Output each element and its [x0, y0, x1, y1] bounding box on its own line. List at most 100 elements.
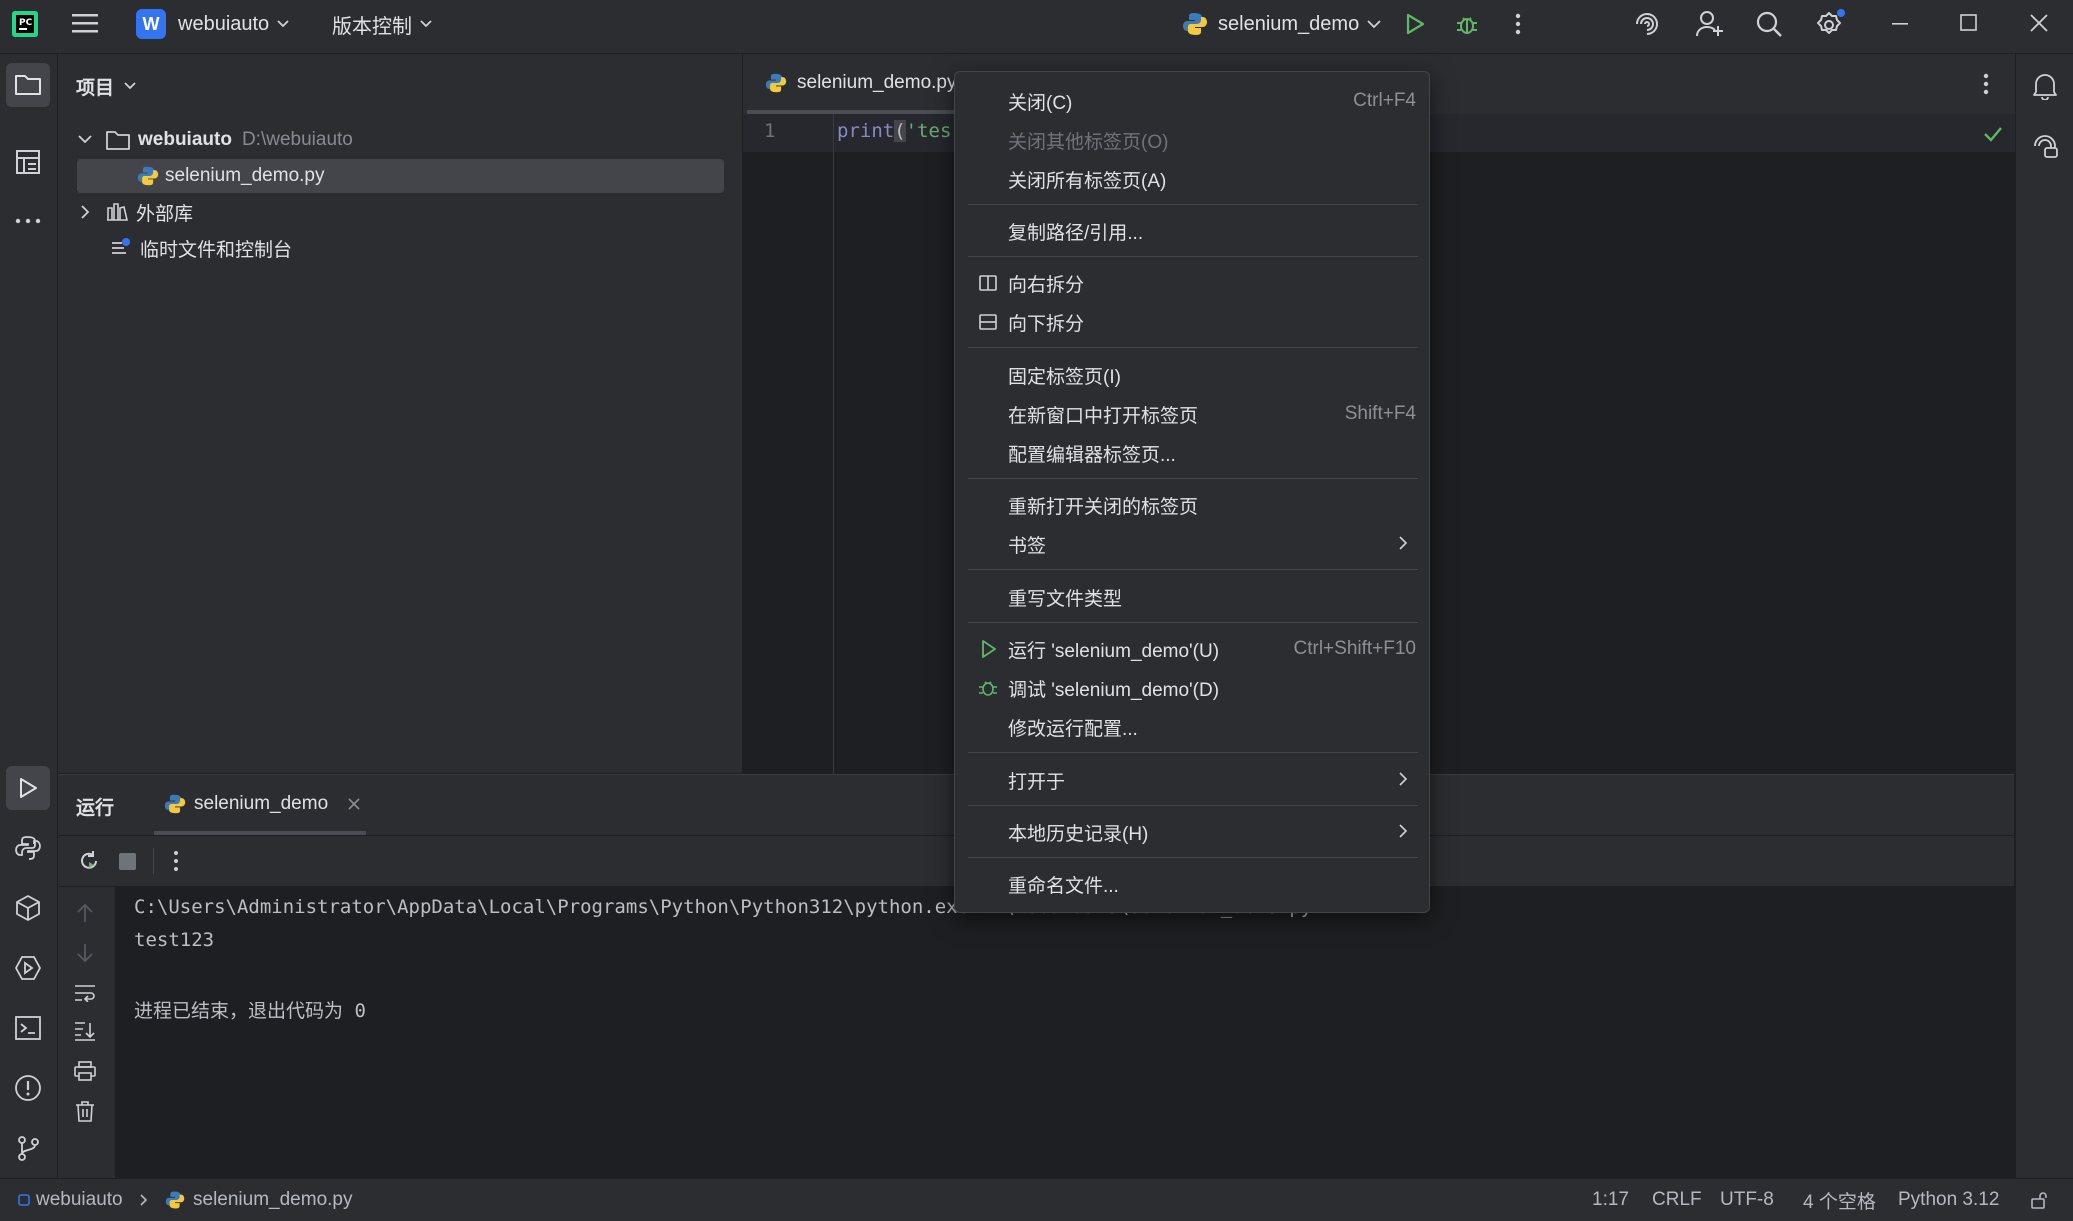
rerun-icon[interactable]: [78, 850, 100, 872]
breadcrumb-file[interactable]: selenium_demo.py: [165, 1179, 352, 1221]
tree-scratches[interactable]: 临时文件和控制台: [110, 231, 292, 265]
run-icon[interactable]: [1403, 12, 1427, 36]
menu-item-copy-path[interactable]: 复制路径/引用...: [968, 212, 1418, 250]
menu-item-close-others[interactable]: 关闭其他标签页(O): [968, 121, 1418, 159]
menu-item-run[interactable]: 运行 'selenium_demo'(U) Ctrl+Shift+F10: [968, 630, 1418, 668]
editor-tab-label: selenium_demo.py: [797, 72, 957, 93]
inspection-ok-icon[interactable]: [1983, 126, 2003, 142]
print-icon[interactable]: [74, 1061, 96, 1081]
run-more-icon[interactable]: [172, 850, 180, 872]
breadcrumb-file-label: selenium_demo.py: [193, 1189, 353, 1210]
menu-item-open-in[interactable]: 打开于: [968, 761, 1418, 799]
ai-chat-icon: [2034, 135, 2058, 158]
bell-icon: [2033, 74, 2057, 100]
menu-item-open-in-new-window[interactable]: 在新窗口中打开标签页 Shift+F4: [968, 395, 1418, 433]
close-window-icon[interactable]: [2030, 14, 2048, 32]
ai-assistant-icon[interactable]: [1633, 10, 1661, 38]
svg-text:PC: PC: [19, 18, 33, 28]
more-actions-icon[interactable]: [1514, 12, 1522, 36]
menu-item-split-right[interactable]: 向右拆分: [968, 264, 1418, 302]
root-folder-path: D:\webuiauto: [241, 129, 353, 150]
project-panel-title: 项目: [76, 77, 115, 99]
vcs-label: 版本控制: [332, 15, 412, 38]
python-interpreter[interactable]: Python 3.12: [1898, 1179, 1999, 1221]
menu-item-debug[interactable]: 调试 'selenium_demo'(D): [968, 669, 1418, 707]
code-line-1[interactable]: print('tes: [837, 120, 951, 142]
more-tools-button[interactable]: [6, 199, 50, 243]
file-encoding[interactable]: UTF-8: [1720, 1179, 1774, 1221]
editor-tabs-more-icon[interactable]: [1982, 72, 1990, 96]
clear-all-icon[interactable]: [75, 1100, 95, 1122]
breadcrumb-project[interactable]: webuiauto: [18, 1179, 123, 1221]
project-view-selector[interactable]: 项目: [76, 69, 136, 103]
menu-item-override-file-type[interactable]: 重写文件类型: [968, 578, 1418, 616]
menu-item-close-all[interactable]: 关闭所有标签页(A): [968, 160, 1418, 198]
scroll-to-end-icon[interactable]: [74, 1021, 96, 1041]
menu-item-reopen-closed-tab[interactable]: 重新打开关闭的标签页: [968, 486, 1418, 524]
chevron-right-icon: [1399, 772, 1408, 786]
notifications-button[interactable]: [2023, 64, 2067, 108]
project-panel: 项目 webuiauto D:\webuiauto selenium_demo.…: [58, 54, 742, 773]
menu-item-modify-run-config[interactable]: 修改运行配置...: [968, 708, 1418, 746]
scratches-label: 临时文件和控制台: [140, 239, 293, 261]
run-config-name: selenium_demo: [1218, 12, 1360, 35]
ai-chat-button[interactable]: [2023, 124, 2067, 168]
tree-file-selenium-demo[interactable]: selenium_demo.py: [77, 159, 724, 193]
scroll-down-icon[interactable]: [76, 943, 94, 963]
menu-item-close[interactable]: 关闭(C) Ctrl+F4: [968, 82, 1418, 120]
debug-icon[interactable]: [1454, 11, 1480, 37]
terminal-button[interactable]: [6, 1006, 50, 1050]
python-packages-button[interactable]: [6, 886, 50, 930]
run-config-selector[interactable]: selenium_demo: [1182, 0, 1381, 48]
python-file-icon: [137, 166, 159, 186]
minimize-icon[interactable]: [1892, 22, 1908, 26]
main-menu-icon[interactable]: [72, 12, 98, 34]
module-icon: [18, 1194, 30, 1206]
indent-setting[interactable]: 4 个空格: [1803, 1179, 1876, 1221]
menu-item-local-history[interactable]: 本地历史记录(H): [968, 813, 1418, 851]
python-console-button[interactable]: [6, 826, 50, 870]
menu-item-pin-tab[interactable]: 固定标签页(I): [968, 356, 1418, 394]
run-tool-button[interactable]: [6, 766, 50, 810]
menu-separator: [968, 857, 1418, 858]
tree-root-webuiauto[interactable]: webuiauto D:\webuiauto: [78, 123, 718, 157]
editor-tab-selenium-demo[interactable]: selenium_demo.py: [745, 54, 957, 114]
stop-icon[interactable]: [119, 853, 136, 870]
menu-separator: [968, 347, 1418, 348]
menu-separator: [968, 569, 1418, 570]
run-icon: [982, 640, 996, 658]
console-exit-line: 进程已结束，退出代码为 0: [134, 1000, 366, 1022]
soft-wrap-icon[interactable]: [74, 984, 96, 1002]
services-icon: [15, 956, 41, 980]
external-libs-label: 外部库: [136, 203, 194, 225]
problems-button[interactable]: [6, 1066, 50, 1110]
menu-item-configure-tabs[interactable]: 配置编辑器标签页...: [968, 434, 1418, 472]
structure-tool-button[interactable]: [6, 140, 50, 184]
run-tab-selenium-demo[interactable]: selenium_demo: [154, 775, 366, 835]
pycharm-logo-icon[interactable]: PC: [12, 11, 38, 37]
line-separator[interactable]: CRLF: [1652, 1179, 1702, 1221]
tree-external-libraries[interactable]: 外部库: [80, 195, 193, 229]
menu-item-bookmarks[interactable]: 书签: [968, 525, 1418, 563]
menu-item-rename-file[interactable]: 重命名文件...: [968, 865, 1418, 903]
project-switcher[interactable]: W webuiauto: [136, 0, 289, 48]
menu-separator: [968, 752, 1418, 753]
console-output-line: test123: [134, 929, 215, 951]
chevron-right-icon: [81, 205, 90, 219]
search-icon[interactable]: [1755, 10, 1783, 38]
add-user-icon[interactable]: [1695, 9, 1725, 39]
project-tool-button[interactable]: [6, 63, 50, 107]
scroll-up-icon[interactable]: [76, 903, 94, 923]
menu-separator: [968, 805, 1418, 806]
lock-icon[interactable]: [2030, 1179, 2048, 1221]
chevron-down-icon: [420, 20, 432, 28]
vcs-menu[interactable]: 版本控制: [332, 0, 432, 48]
git-button[interactable]: [6, 1126, 50, 1170]
settings-gear-icon[interactable]: [1814, 8, 1846, 40]
menu-item-split-down[interactable]: 向下拆分: [968, 303, 1418, 341]
services-button[interactable]: [6, 946, 50, 990]
maximize-icon[interactable]: [1960, 14, 1978, 32]
caret-position[interactable]: 1:17: [1592, 1179, 1629, 1221]
code-function: print: [837, 120, 895, 142]
close-tab-icon[interactable]: [348, 798, 360, 810]
